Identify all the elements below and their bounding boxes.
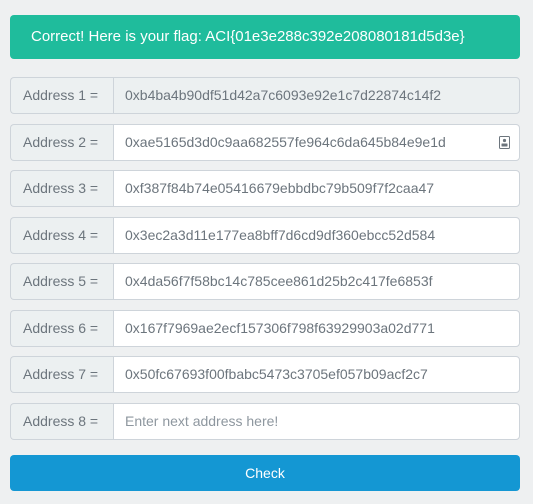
address-row-3: Address 3 = 0xf387f84b74e05416679ebbdbc7…: [10, 170, 520, 207]
address-label-2: Address 2 =: [10, 124, 113, 161]
address-row-8: Address 8 = Enter next address here!: [10, 403, 520, 440]
address-label-4: Address 4 =: [10, 217, 113, 254]
address-field-7[interactable]: 0x50fc67693f00fbabc5473c3705ef057b09acf2…: [113, 356, 520, 393]
address-row-2: Address 2 = 0xae5165d3d0c9aa682557fe964c…: [10, 124, 520, 161]
address-field-4[interactable]: 0x3ec2a3d11e177ea8bff7d6cd9df360ebcc52d5…: [113, 217, 520, 254]
address-row-6: Address 6 = 0x167f7969ae2ecf157306f798f6…: [10, 310, 520, 347]
address-row-1: Address 1 = 0xb4ba4b90df51d42a7c6093e92e…: [10, 77, 520, 114]
address-field-5[interactable]: 0x4da56f7f58bc14c785cee861d25b2c417fe685…: [113, 263, 520, 300]
address-label-6: Address 6 =: [10, 310, 113, 347]
flag-alert: Correct! Here is your flag: ACI{01e3e288…: [10, 15, 520, 59]
address-row-7: Address 7 = 0x50fc67693f00fbabc5473c3705…: [10, 356, 520, 393]
address-label-3: Address 3 =: [10, 170, 113, 207]
address-field-6[interactable]: 0x167f7969ae2ecf157306f798f63929903a02d7…: [113, 310, 520, 347]
check-button[interactable]: Check: [10, 455, 520, 491]
address-field-1[interactable]: 0xb4ba4b90df51d42a7c6093e92e1c7d22874c14…: [113, 77, 520, 114]
address-label-1: Address 1 =: [10, 77, 113, 114]
contact-card-icon[interactable]: [499, 136, 510, 149]
address-field-2[interactable]: 0xae5165d3d0c9aa682557fe964c6da645b84e9e…: [113, 124, 520, 161]
address-label-8: Address 8 =: [10, 403, 113, 440]
next-address-input[interactable]: Enter next address here!: [113, 403, 520, 440]
address-row-5: Address 5 = 0x4da56f7f58bc14c785cee861d2…: [10, 263, 520, 300]
address-label-5: Address 5 =: [10, 263, 113, 300]
address-field-3[interactable]: 0xf387f84b74e05416679ebbdbc79b509f7f2caa…: [113, 170, 520, 207]
address-value-2: 0xae5165d3d0c9aa682557fe964c6da645b84e9e…: [125, 134, 446, 150]
address-label-7: Address 7 =: [10, 356, 113, 393]
address-row-4: Address 4 = 0x3ec2a3d11e177ea8bff7d6cd9d…: [10, 217, 520, 254]
